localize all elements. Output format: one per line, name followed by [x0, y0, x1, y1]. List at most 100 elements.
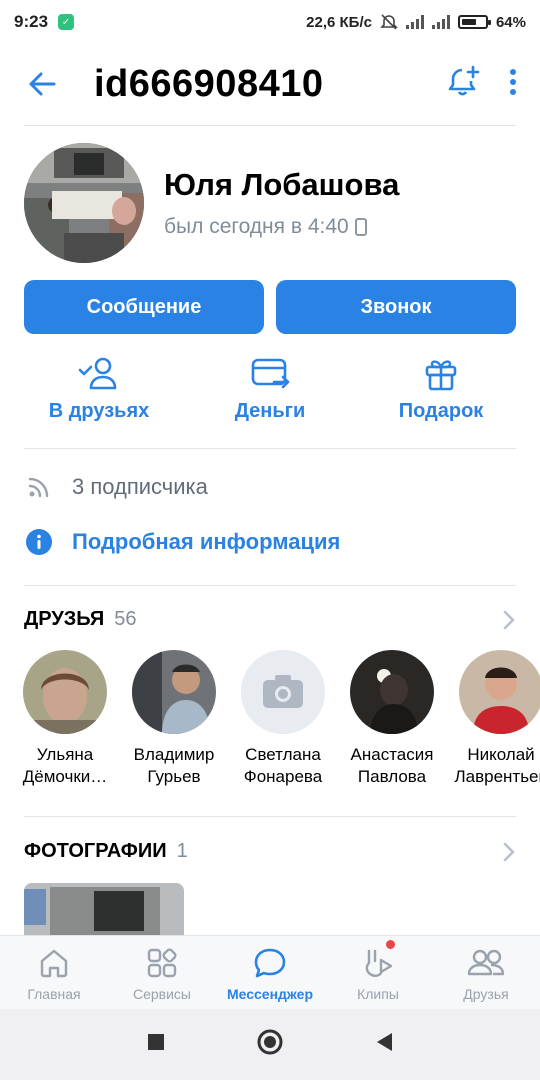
call-button[interactable]: Звонок — [276, 280, 516, 334]
square-recents-icon — [148, 1034, 164, 1050]
friend-last-name: Лаврентьев — [454, 767, 540, 786]
friend-first-name: Ульяна — [36, 745, 94, 764]
divider — [24, 448, 516, 449]
camera-icon — [241, 650, 325, 734]
secondary-actions: В друзьях Деньги Подарок — [24, 356, 516, 423]
tab-clips[interactable]: Клипы — [324, 936, 432, 1009]
friend-item[interactable]: Николай Лаврентьев — [454, 650, 540, 788]
home-system-button[interactable] — [256, 1028, 284, 1061]
money-transfer-icon — [251, 358, 290, 389]
photo-thumbnail[interactable] — [24, 883, 184, 939]
tab-services-label: Сервисы — [132, 986, 191, 1002]
gift-icon — [425, 360, 457, 391]
signal-4g-icon — [431, 15, 450, 29]
friend-avatar — [132, 650, 216, 734]
tab-home[interactable]: Главная — [0, 936, 108, 1009]
followers-count: 3 подписчика — [72, 474, 208, 499]
arrow-left-icon — [29, 72, 56, 96]
signal-icon — [405, 15, 424, 29]
subscribe-notifications-button[interactable] — [446, 64, 482, 105]
friends-status-button[interactable]: В друзьях — [24, 356, 174, 423]
notification-dot — [386, 940, 395, 949]
divider — [24, 585, 516, 586]
info-icon — [24, 527, 54, 557]
bottom-tab-bar: Главная Сервисы Мессенджер Клипы Друзья — [0, 935, 540, 1009]
friends-list: Ульяна Дёмочки… Владимир Гурьев Светлана Фо… — [22, 650, 540, 788]
mobile-device-icon — [354, 218, 367, 236]
status-bar: 9:23 ✓ 22,6 КБ/с 64% — [0, 0, 540, 44]
profile-name: Юля Лобашова — [164, 167, 400, 202]
friend-last-name: Гурьев — [147, 767, 201, 786]
divider — [24, 816, 516, 817]
message-button[interactable]: Сообщение — [24, 280, 264, 334]
tab-home-label: Главная — [27, 986, 81, 1002]
back-system-button[interactable] — [374, 1031, 394, 1058]
battery-percent: 64% — [495, 13, 526, 31]
followers-row[interactable]: 3 подписчика — [24, 472, 516, 502]
home-icon — [40, 949, 68, 978]
alarm-off-icon — [380, 14, 398, 30]
friend-avatar — [23, 650, 107, 734]
chevron-right-icon — [503, 610, 515, 629]
friend-first-name: Светлана — [245, 745, 321, 764]
page-title: id666908410 — [94, 62, 324, 105]
bell-plus-icon — [448, 65, 480, 95]
friend-item[interactable]: Владимир Гурьев — [131, 650, 217, 788]
tab-services[interactable]: Сервисы — [108, 936, 216, 1009]
friend-first-name: Владимир — [133, 745, 215, 764]
friend-avatar — [350, 650, 434, 734]
clips-icon — [365, 949, 393, 977]
tab-friends-label: Друзья — [463, 986, 509, 1002]
security-shield-icon: ✓ — [58, 14, 75, 30]
tab-clips-label: Клипы — [357, 986, 399, 1002]
money-button[interactable]: Деньги — [195, 356, 345, 423]
rss-icon — [24, 472, 54, 502]
primary-actions: Сообщение Звонок — [24, 280, 516, 334]
friends-section-title: ДРУЗЬЯ — [24, 608, 105, 630]
chevron-right-icon — [503, 842, 515, 861]
tab-messenger-label: Мессенджер — [226, 986, 314, 1002]
friends-section-header[interactable]: ДРУЗЬЯ 56 — [24, 608, 516, 631]
friend-item[interactable]: Ульяна Дёмочки… — [22, 650, 108, 788]
tab-friends[interactable]: Друзья — [432, 936, 540, 1009]
last-seen-status: был сегодня в 4:40 — [164, 215, 399, 239]
network-speed: 22,6 КБ/с — [306, 13, 372, 31]
recents-button[interactable] — [146, 1032, 166, 1057]
divider — [24, 125, 516, 126]
friend-item[interactable]: Анастасия Павлова — [349, 650, 435, 788]
circle-home-icon — [257, 1029, 283, 1055]
friend-check-icon — [78, 357, 117, 390]
gift-button[interactable]: Подарок — [366, 356, 516, 423]
more-menu-button[interactable] — [508, 67, 518, 102]
friends-status-label: В друзьях — [48, 400, 150, 422]
friend-last-name: Павлова — [357, 767, 427, 786]
avatar[interactable] — [24, 143, 144, 263]
friend-avatar-placeholder — [241, 650, 325, 734]
photos-count: 1 — [176, 840, 188, 862]
messenger-bubble-icon — [254, 948, 286, 978]
system-navigation-bar — [0, 1009, 540, 1080]
photos-section-header[interactable]: ФОТОГРАФИИ 1 — [24, 840, 516, 863]
friend-first-name: Анастасия — [350, 745, 434, 764]
friends-count: 56 — [114, 608, 137, 630]
friend-avatar — [459, 650, 540, 734]
photos-section-title: ФОТОГРАФИИ — [24, 840, 167, 862]
back-button[interactable] — [22, 64, 62, 104]
status-time: 9:23 — [14, 12, 49, 31]
money-label: Деньги — [234, 400, 306, 422]
more-vertical-icon — [510, 68, 516, 95]
friend-last-name: Фонарева — [243, 767, 323, 786]
triangle-back-icon — [377, 1033, 392, 1051]
battery-icon — [457, 15, 491, 29]
top-app-bar: id666908410 — [0, 44, 540, 124]
friend-first-name: Николай — [467, 745, 535, 764]
details-link[interactable]: Подробная информация — [24, 527, 516, 557]
friend-last-name: Дёмочки… — [22, 767, 108, 786]
gift-label: Подарок — [398, 400, 484, 422]
last-seen-text: был сегодня в 4:40 — [164, 215, 349, 238]
friend-item[interactable]: Светлана Фонарева — [240, 650, 326, 788]
tab-messenger[interactable]: Мессенджер — [216, 936, 324, 1009]
friends-icon — [467, 949, 505, 976]
status-right: 22,6 КБ/с 64% — [306, 13, 526, 31]
services-grid-icon — [147, 948, 177, 978]
